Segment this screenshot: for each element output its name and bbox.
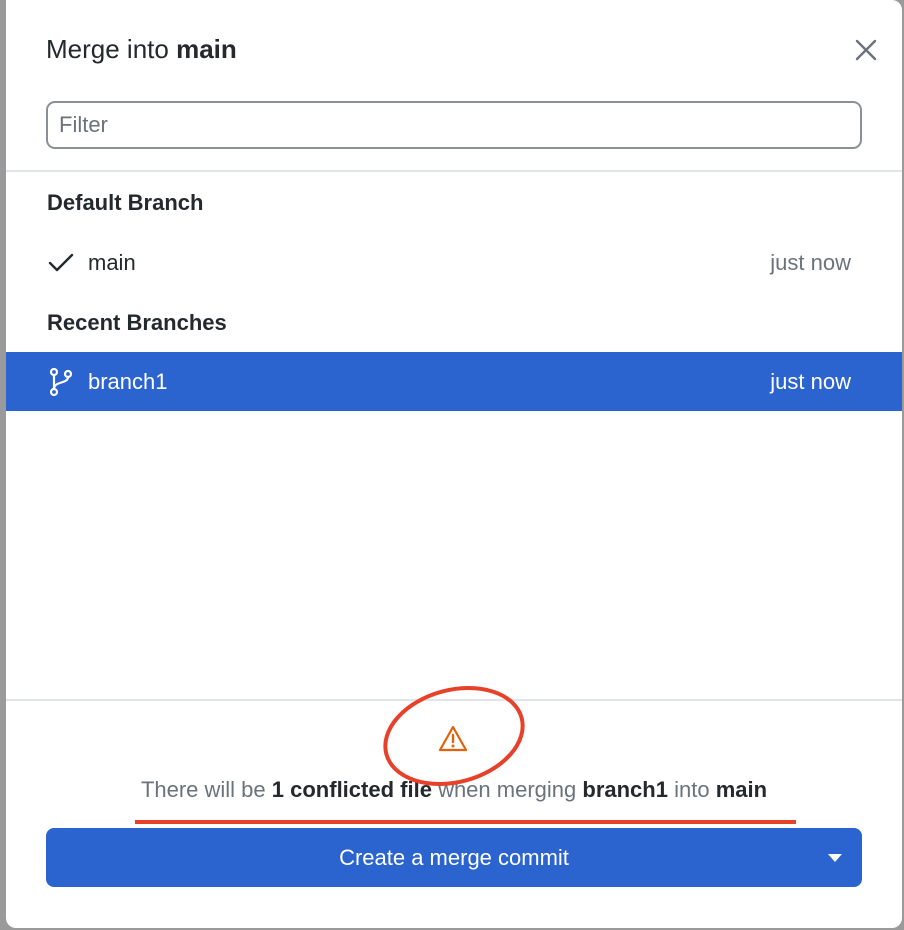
check-icon: [48, 252, 78, 274]
git-branch-icon: [48, 367, 78, 397]
branch-name: main: [88, 249, 136, 275]
chevron-down-icon[interactable]: [828, 854, 842, 862]
title-prefix: Merge into: [46, 34, 169, 64]
warning-icon: [437, 724, 469, 759]
target-branch: main: [715, 777, 768, 802]
section-recent-branches: Recent Branches: [47, 310, 227, 335]
filter-input[interactable]: [46, 101, 862, 149]
msg-text: into: [674, 777, 710, 802]
divider: [6, 170, 902, 172]
branch-name: branch1: [88, 368, 168, 394]
create-merge-commit-button[interactable]: Create a merge commit: [46, 828, 862, 887]
branch-item-branch1[interactable]: branch1 just now: [6, 352, 902, 411]
divider: [6, 699, 902, 701]
source-branch: branch1: [582, 777, 668, 802]
branch-time: just now: [770, 249, 851, 275]
dialog-title: Merge into main: [46, 34, 237, 65]
branch-time: just now: [770, 368, 851, 394]
msg-text: when merging: [438, 777, 577, 802]
msg-text: There will be: [140, 777, 266, 802]
title-branch: main: [176, 34, 237, 64]
branch-item-main[interactable]: main just now: [6, 233, 902, 292]
merge-dialog: Merge into main Default Branch main just…: [6, 0, 902, 928]
section-default-branch: Default Branch: [47, 190, 204, 215]
close-icon: [855, 39, 877, 61]
conflict-message: There will be 1 conflicted file when mer…: [6, 777, 902, 803]
conflict-count: 1 conflicted file: [271, 777, 432, 802]
close-button[interactable]: [852, 36, 880, 64]
button-label: Create a merge commit: [339, 844, 569, 870]
